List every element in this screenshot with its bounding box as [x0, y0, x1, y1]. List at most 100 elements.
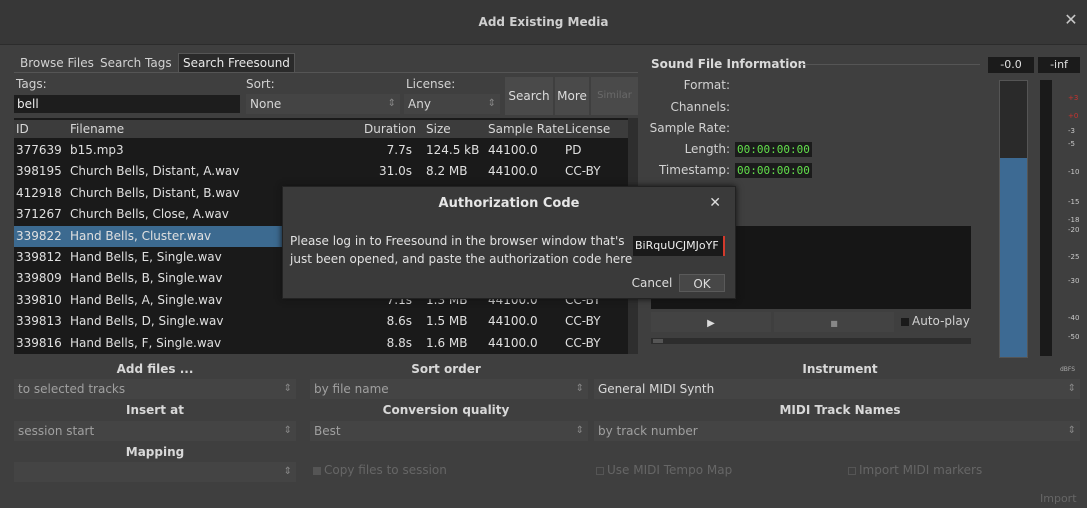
instrument-value: General MIDI Synth — [598, 382, 715, 396]
tags-label: Tags: — [16, 77, 47, 91]
gain-fader-fill — [1000, 158, 1027, 357]
meter-track — [1040, 80, 1052, 356]
col-sample-rate[interactable]: Sample Rate — [488, 120, 564, 138]
meter-scale-label: -15 — [1068, 198, 1080, 206]
conversion-select[interactable]: Best ⇕ — [310, 421, 588, 441]
meter-scale-label: -40 — [1068, 314, 1080, 322]
cell-id: 339822 — [16, 228, 62, 243]
meter-scale-label: -10 — [1068, 168, 1080, 176]
dialog-message-line2: just been opened, and paste the authoriz… — [290, 252, 633, 266]
sort-label: Sort: — [246, 77, 275, 91]
timestamp-clock: 00:00:00:00 — [735, 163, 812, 178]
cell-size: 124.5 kB — [426, 143, 480, 157]
cell-name: Hand Bells, B, Single.wav — [70, 271, 223, 286]
cell-id: 339816 — [16, 335, 62, 350]
meter-scale-label: +3 — [1068, 94, 1079, 102]
seek-slider[interactable] — [651, 338, 971, 344]
cell-lic: CC-BY — [565, 335, 601, 350]
add-files-select[interactable]: to selected tracks ⇕ — [14, 379, 296, 399]
close-icon[interactable]: ✕ — [1061, 10, 1081, 30]
license-value: Any — [408, 97, 431, 111]
cell-id: 339810 — [16, 292, 62, 307]
meter-scale-label: +0 — [1068, 112, 1079, 120]
insert-at-select[interactable]: session start ⇕ — [14, 421, 296, 441]
cell-size: 8.2 MB — [426, 164, 468, 179]
cell-id: 339812 — [16, 250, 62, 264]
dialog-title: Authorization Code — [438, 196, 580, 211]
cell-name: Hand Bells, D, Single.wav — [70, 314, 224, 329]
midi-names-value: by track number — [598, 424, 698, 438]
cell-id: 339813 — [16, 314, 62, 329]
table-row[interactable]: 398195 Church Bells, Distant, A.wav 31.0s 8… — [14, 161, 628, 182]
cell-size: 1.6 MB — [426, 335, 468, 350]
add-files-label: Add files ... — [116, 362, 194, 376]
cell-rate: 44100.0 — [488, 143, 538, 157]
cell-name: b15.mp3 — [70, 143, 124, 157]
col-size[interactable]: Size — [426, 120, 451, 138]
authorization-code-input[interactable]: BiRquUCJMJoYF — [633, 236, 725, 256]
cell-id: 398195 — [16, 164, 62, 179]
table-row[interactable]: 339816 Hand Bells, F, Single.wav 8.8s 1.6 M… — [14, 333, 628, 354]
copy-files-checkbox[interactable] — [313, 467, 321, 475]
stop-button[interactable]: ■ — [774, 312, 894, 332]
chevron-updown-icon: ⇕ — [575, 383, 584, 394]
peak-left-display[interactable]: -0.0 — [988, 57, 1034, 73]
chevron-updown-icon: ⇕ — [487, 98, 496, 109]
meter-scale: +3 +0 -3 -5 -10 -15 -18 -20 -25 -30 -40 -50 — [1058, 80, 1082, 356]
col-id[interactable]: ID — [16, 120, 29, 138]
tab-divider — [14, 72, 638, 73]
use-tempo-checkbox[interactable] — [596, 467, 604, 475]
table-row[interactable]: 377639 b15.mp3 7.7s 124.5 kB 44100.0 PD — [14, 140, 628, 161]
cell-rate: 44100.0 — [488, 335, 538, 350]
sort-order-value: by file name — [314, 382, 389, 396]
cell-dur: 8.6s — [386, 314, 412, 329]
window-title: Add Existing Media — [478, 15, 609, 29]
peak-right-display[interactable]: -inf — [1038, 57, 1080, 73]
close-icon[interactable]: ✕ — [709, 195, 721, 211]
tab-search-tags[interactable]: Search Tags — [96, 54, 176, 72]
seek-handle[interactable] — [653, 339, 663, 343]
cell-name: Hand Bells, E, Single.wav — [70, 250, 222, 264]
meter-scale-label: -18 — [1068, 216, 1080, 224]
col-filename[interactable]: Filename — [70, 120, 124, 138]
authorization-dialog: Authorization Code ✕ Please log in to Fr… — [282, 186, 736, 299]
table-row[interactable]: 339813 Hand Bells, D, Single.wav 8.6s 1.5 M… — [14, 311, 628, 332]
mapping-select[interactable]: ⇕ — [14, 462, 296, 482]
tags-input[interactable]: bell — [14, 95, 240, 113]
cell-id: 339809 — [16, 271, 62, 286]
length-label: Length: — [684, 142, 730, 156]
col-duration[interactable]: Duration — [364, 120, 416, 138]
tab-search-freesound[interactable]: Search Freesound — [178, 53, 295, 72]
similar-button[interactable]: Similar — [591, 77, 638, 115]
import-markers-checkbox[interactable] — [848, 467, 856, 475]
chevron-updown-icon: ⇕ — [575, 425, 584, 436]
instrument-select[interactable]: General MIDI Synth ⇕ — [594, 379, 1080, 399]
cell-id: 377639 — [16, 143, 62, 157]
cell-name: Church Bells, Close, A.wav — [70, 207, 229, 222]
play-button[interactable]: ▶ — [651, 312, 771, 332]
autoplay-checkbox[interactable] — [901, 318, 909, 326]
format-label: Format: — [683, 78, 730, 92]
cell-name: Hand Bells, F, Single.wav — [70, 335, 222, 350]
sort-order-select[interactable]: by file name ⇕ — [310, 379, 588, 399]
gain-fader[interactable] — [999, 80, 1028, 358]
chevron-updown-icon: ⇕ — [1067, 425, 1076, 436]
cancel-button[interactable]: Cancel — [629, 274, 675, 292]
midi-names-select[interactable]: by track number ⇕ — [594, 421, 1080, 441]
import-markers-label: Import MIDI markers — [859, 463, 983, 477]
more-button[interactable]: More — [555, 77, 589, 115]
meter-scale-label: -30 — [1068, 277, 1080, 285]
samplerate-label: Sample Rate: — [649, 121, 730, 135]
import-button[interactable]: Import — [1040, 492, 1077, 505]
cell-name: Church Bells, Distant, A.wav — [70, 164, 240, 179]
cell-dur: 31.0s — [379, 164, 412, 179]
license-select[interactable]: Any ⇕ — [404, 94, 500, 114]
sort-select[interactable]: None ⇕ — [246, 94, 400, 114]
ok-button[interactable]: OK — [679, 274, 725, 292]
cell-dur: 8.8s — [386, 335, 412, 350]
chevron-updown-icon: ⇕ — [283, 383, 292, 394]
search-button[interactable]: Search — [505, 77, 553, 115]
tab-browse-files[interactable]: Browse Files — [16, 54, 98, 72]
col-license[interactable]: License — [565, 120, 610, 138]
cell-name: Church Bells, Distant, B.wav — [70, 185, 240, 200]
